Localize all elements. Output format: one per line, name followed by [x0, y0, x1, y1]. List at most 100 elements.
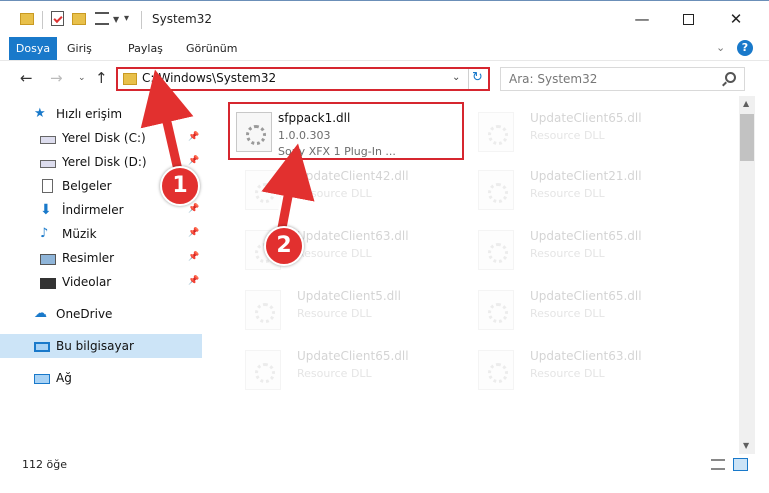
star-icon: ★ — [34, 106, 46, 121]
video-icon — [40, 277, 56, 289]
file-name: UpdateClient65.dll — [530, 229, 642, 243]
view-icon[interactable] — [95, 12, 109, 25]
nav-item-this-pc[interactable]: Bu bilgisayar — [0, 334, 202, 358]
file-item[interactable]: UpdateClient65.dll Resource DLL — [463, 280, 703, 340]
file-item[interactable]: UpdateClient5.dll Resource DLL — [230, 280, 470, 340]
step-callout-1: 1 — [160, 166, 200, 206]
download-icon: ⬇ — [40, 202, 52, 218]
item-count: 112 öğe — [22, 458, 67, 471]
recent-locations-icon[interactable]: ⌄ — [78, 73, 86, 83]
file-name: UpdateClient5.dll — [297, 289, 401, 303]
pin-icon[interactable]: 📌 — [188, 132, 199, 142]
nav-label: Yerel Disk (C:) — [62, 131, 146, 145]
disk-icon — [40, 159, 56, 168]
nav-label: Bu bilgisayar — [56, 339, 134, 353]
file-item[interactable]: UpdateClient65.dll Resource DLL — [463, 102, 703, 162]
minimize-icon: — — [634, 10, 650, 28]
nav-label: İndirmeler — [62, 203, 124, 217]
nav-item-disk-c[interactable]: Yerel Disk (C:) 📌 — [0, 126, 202, 150]
chevron-down-icon[interactable]: ⌄ — [452, 72, 460, 83]
file-description: Resource DLL — [530, 247, 605, 260]
close-button[interactable]: ✕ — [713, 1, 759, 37]
music-icon: ♪ — [40, 226, 49, 241]
minimize-button[interactable]: — — [619, 1, 665, 37]
pin-icon[interactable]: 📌 — [188, 204, 199, 214]
file-description: Resource DLL — [297, 187, 372, 200]
window-title: System32 — [152, 12, 213, 26]
new-folder-icon[interactable] — [72, 13, 86, 25]
forward-arrow-icon[interactable]: → — [50, 69, 63, 87]
pin-icon[interactable]: 📌 — [188, 252, 199, 262]
refresh-icon[interactable]: ↻ — [472, 70, 483, 85]
search-icon[interactable] — [725, 72, 736, 83]
tab-paylas[interactable]: Paylaş — [118, 37, 173, 60]
file-name: UpdateClient65.dll — [530, 289, 642, 303]
pin-icon[interactable]: 📌 — [188, 228, 199, 238]
file-name: UpdateClient65.dll — [530, 111, 642, 125]
maximize-button[interactable] — [665, 1, 711, 37]
dll-file-icon — [245, 170, 281, 210]
help-icon[interactable]: ? — [737, 40, 753, 56]
ribbon-expand-icon[interactable]: ⌄ — [716, 41, 725, 54]
file-name: UpdateClient42.dll — [297, 169, 409, 183]
address-divider — [468, 69, 469, 89]
address-path[interactable]: C:\Windows\System32 — [142, 71, 276, 85]
disk-icon — [40, 135, 56, 144]
nav-label: Videolar — [62, 275, 112, 289]
chevron-down-icon[interactable]: ▼ — [113, 15, 119, 24]
nav-item-pictures[interactable]: Resimler 📌 — [0, 246, 202, 270]
ribbon: Dosya Giriş Paylaş Görünüm ⌄ ? — [0, 37, 769, 60]
title-bar: ▼ ▾ System32 — ✕ — [0, 0, 769, 37]
search-box[interactable] — [500, 67, 745, 91]
folder-icon[interactable] — [20, 13, 34, 25]
pin-icon[interactable]: 📌 — [188, 276, 199, 286]
file-item[interactable]: UpdateClient21.dll Resource DLL — [463, 160, 703, 220]
details-view-icon[interactable] — [711, 459, 725, 470]
file-item[interactable]: UpdateClient63.dll Resource DLL — [463, 340, 703, 400]
tab-gorunum[interactable]: Görünüm — [176, 37, 247, 60]
pin-icon[interactable]: 📌 — [188, 156, 199, 166]
cloud-icon: ☁ — [34, 306, 47, 321]
file-name: UpdateClient65.dll — [297, 349, 409, 363]
properties-icon[interactable] — [51, 11, 64, 26]
file-item[interactable]: UpdateClient65.dll Resource DLL — [230, 340, 470, 400]
up-arrow-icon[interactable]: ↑ — [95, 69, 108, 87]
back-arrow-icon[interactable]: ← — [20, 69, 33, 87]
dll-file-icon — [478, 112, 514, 152]
vertical-scrollbar[interactable]: ▲ ▼ — [739, 96, 755, 454]
nav-label: Belgeler — [62, 179, 112, 193]
file-name: UpdateClient63.dll — [297, 229, 409, 243]
nav-label: Ağ — [56, 371, 72, 385]
file-item[interactable]: UpdateClient42.dll Resource DLL — [230, 160, 470, 220]
address-bar[interactable]: C:\Windows\System32 ⌄ ↻ — [116, 67, 490, 91]
scroll-thumb[interactable] — [740, 114, 754, 161]
nav-quick-access[interactable]: ★ Hızlı erişim — [0, 102, 202, 126]
file-item-sfppack1[interactable]: sfppack1.dll 1.0.0.303 Sony XFX 1 Plug-I… — [228, 102, 464, 160]
file-description: Resource DLL — [530, 307, 605, 320]
file-item[interactable]: UpdateClient65.dll Resource DLL — [463, 220, 703, 280]
scroll-down-icon[interactable]: ▼ — [743, 441, 749, 450]
file-description: Resource DLL — [297, 367, 372, 380]
search-input[interactable] — [509, 71, 719, 87]
nav-label: Yerel Disk (D:) — [62, 155, 147, 169]
nav-item-videos[interactable]: Videolar 📌 — [0, 270, 202, 294]
nav-item-onedrive[interactable]: ☁ OneDrive — [0, 302, 202, 326]
file-description: Sony XFX 1 Plug-In ... — [278, 145, 396, 158]
pictures-icon — [40, 253, 56, 265]
dll-file-icon — [245, 350, 281, 390]
toolbar-divider — [141, 11, 142, 29]
network-icon — [34, 374, 50, 384]
customize-toolbar-icon[interactable]: ▾ — [124, 13, 129, 24]
tab-dosya[interactable]: Dosya — [9, 37, 57, 60]
nav-label: Resimler — [62, 251, 115, 265]
tiles-view-icon[interactable] — [733, 458, 748, 471]
file-list: sfppack1.dll 1.0.0.303 Sony XFX 1 Plug-I… — [210, 96, 739, 450]
file-description: Resource DLL — [297, 307, 372, 320]
file-name: UpdateClient63.dll — [530, 349, 642, 363]
nav-item-network[interactable]: Ağ — [0, 366, 202, 390]
tab-giris[interactable]: Giriş — [57, 37, 102, 60]
scroll-up-icon[interactable]: ▲ — [743, 99, 749, 108]
status-bar: 112 öğe — [0, 454, 769, 476]
nav-item-music[interactable]: ♪ Müzik 📌 — [0, 222, 202, 246]
file-description: Resource DLL — [530, 129, 605, 142]
